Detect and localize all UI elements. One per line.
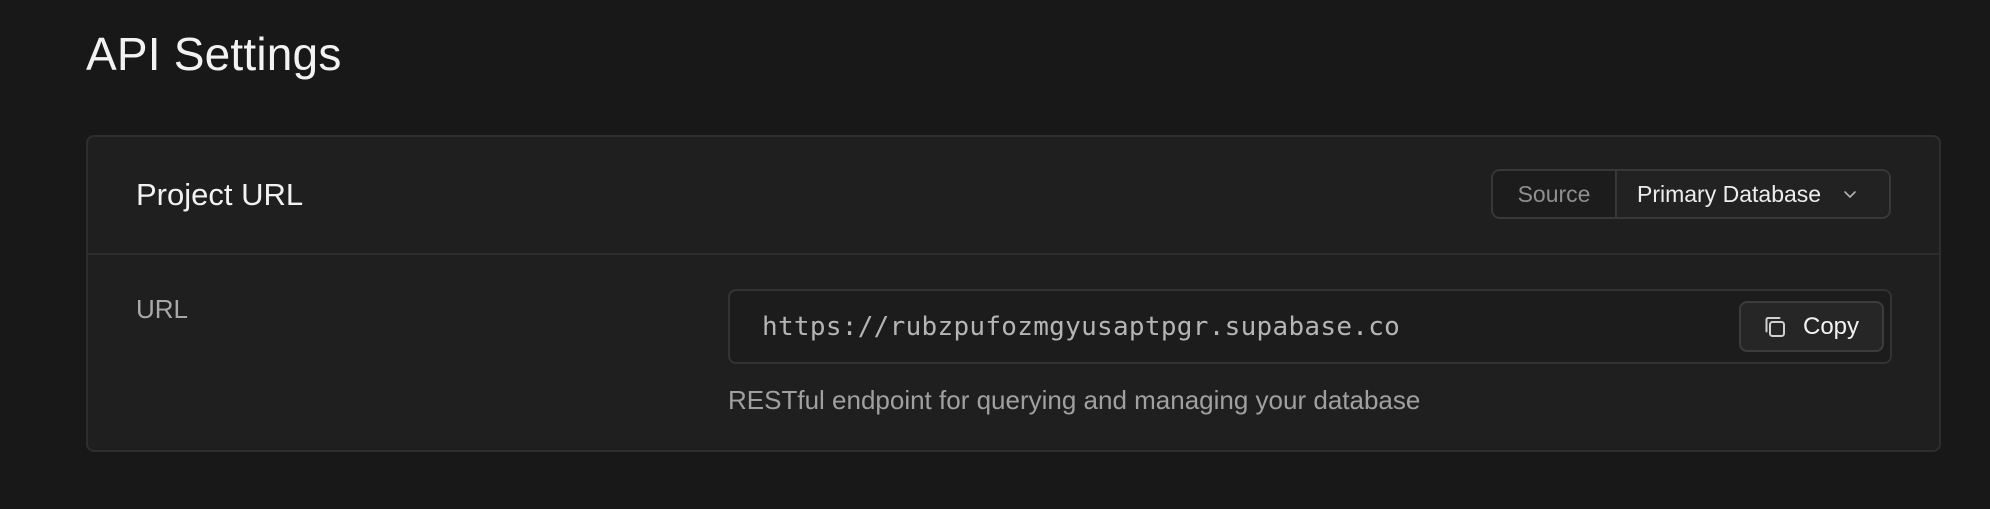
url-helper-text: RESTful endpoint for querying and managi…	[728, 385, 1421, 415]
source-selector: Source Primary Database	[1491, 169, 1891, 219]
source-dropdown-value: Primary Database	[1637, 180, 1822, 207]
url-field[interactable]: https://rubzpufozmgyusaptpgr.supabase.co…	[728, 289, 1892, 364]
copy-label: Copy	[1803, 312, 1860, 340]
url-value[interactable]: https://rubzpufozmgyusaptpgr.supabase.co	[762, 291, 1400, 362]
source-label: Source	[1493, 171, 1617, 217]
card-title: Project URL	[136, 177, 304, 212]
card-header: Project URL Source Primary Database	[88, 137, 1939, 255]
copy-button[interactable]: Copy	[1739, 301, 1884, 352]
copy-icon	[1761, 313, 1789, 341]
project-url-card: Project URL Source Primary Database URL …	[86, 135, 1941, 452]
page-title: API Settings	[86, 28, 342, 80]
chevron-down-icon	[1841, 185, 1859, 203]
source-dropdown[interactable]: Primary Database	[1617, 171, 1889, 217]
url-label: URL	[136, 294, 189, 324]
